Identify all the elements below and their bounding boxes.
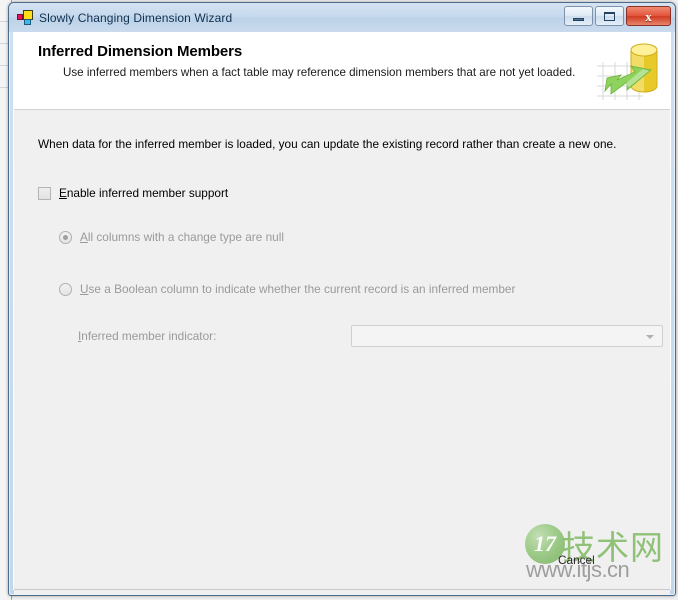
page-subtitle: Use inferred members when a fact table m… — [63, 66, 576, 79]
minimize-icon — [573, 17, 584, 21]
maximize-button[interactable] — [595, 6, 624, 26]
close-icon: x — [645, 8, 652, 24]
accelerator-letter: E — [59, 186, 67, 200]
minimize-button[interactable] — [564, 6, 593, 26]
option-all-columns-null-row[interactable]: All columns with a change type are null — [59, 230, 284, 244]
option-boolean-column-radio[interactable] — [59, 282, 72, 296]
accelerator-letter: U — [80, 282, 89, 296]
title-bar[interactable]: Slowly Changing Dimension Wizard x — [9, 3, 675, 32]
inferred-member-indicator-label: Inferred member indicator: — [78, 329, 351, 343]
window-title: Slowly Changing Dimension Wizard — [39, 10, 233, 25]
dialog-client-area: Inferred Dimension Members Use inferred … — [13, 32, 671, 595]
option-all-columns-null-radio[interactable] — [59, 230, 72, 244]
icon-blue-square — [24, 18, 31, 25]
option-all-columns-null-label: All columns with a change type are null — [80, 230, 284, 244]
option-boolean-column-label: Use a Boolean column to indicate whether… — [80, 282, 515, 296]
wizard-body: When data for the inferred member is loa… — [14, 110, 670, 589]
option-boolean-column-row[interactable]: Use a Boolean column to indicate whether… — [59, 282, 515, 296]
label-text: ll columns with a change type are null — [87, 230, 284, 244]
scd-wizard-dialog: Slowly Changing Dimension Wizard x Infer… — [8, 2, 676, 596]
restore-icon — [604, 11, 615, 21]
accelerator-letter: A — [80, 230, 88, 244]
scd-wizard-icon — [17, 9, 33, 26]
window-controls: x — [564, 6, 671, 26]
wizard-footer: Help < Back Next > Finish >>| — [14, 589, 670, 595]
wizard-header: Inferred Dimension Members Use inferred … — [14, 32, 670, 110]
inferred-member-indicator-row: Inferred member indicator: — [78, 325, 663, 347]
label-text: se a Boolean column to indicate whether … — [88, 282, 516, 296]
database-load-arrow-graphic — [597, 43, 658, 100]
label-text: nable inferred member support — [66, 186, 229, 200]
page-title: Inferred Dimension Members — [38, 43, 243, 60]
inferred-member-indicator-combobox[interactable] — [350, 325, 663, 347]
intro-text: When data for the inferred member is loa… — [38, 137, 617, 151]
label-text: nferred member indicator: — [81, 329, 217, 343]
chevron-down-icon[interactable] — [646, 335, 654, 339]
close-button[interactable]: x — [626, 6, 671, 26]
enable-inferred-member-support-checkbox[interactable] — [38, 186, 51, 200]
enable-inferred-member-support-label: Enable inferred member support — [59, 186, 228, 200]
screenshot-root: Slowly Changing Dimension Wizard x Infer… — [0, 0, 678, 600]
enable-inferred-member-support-row[interactable]: Enable inferred member support — [38, 186, 228, 200]
